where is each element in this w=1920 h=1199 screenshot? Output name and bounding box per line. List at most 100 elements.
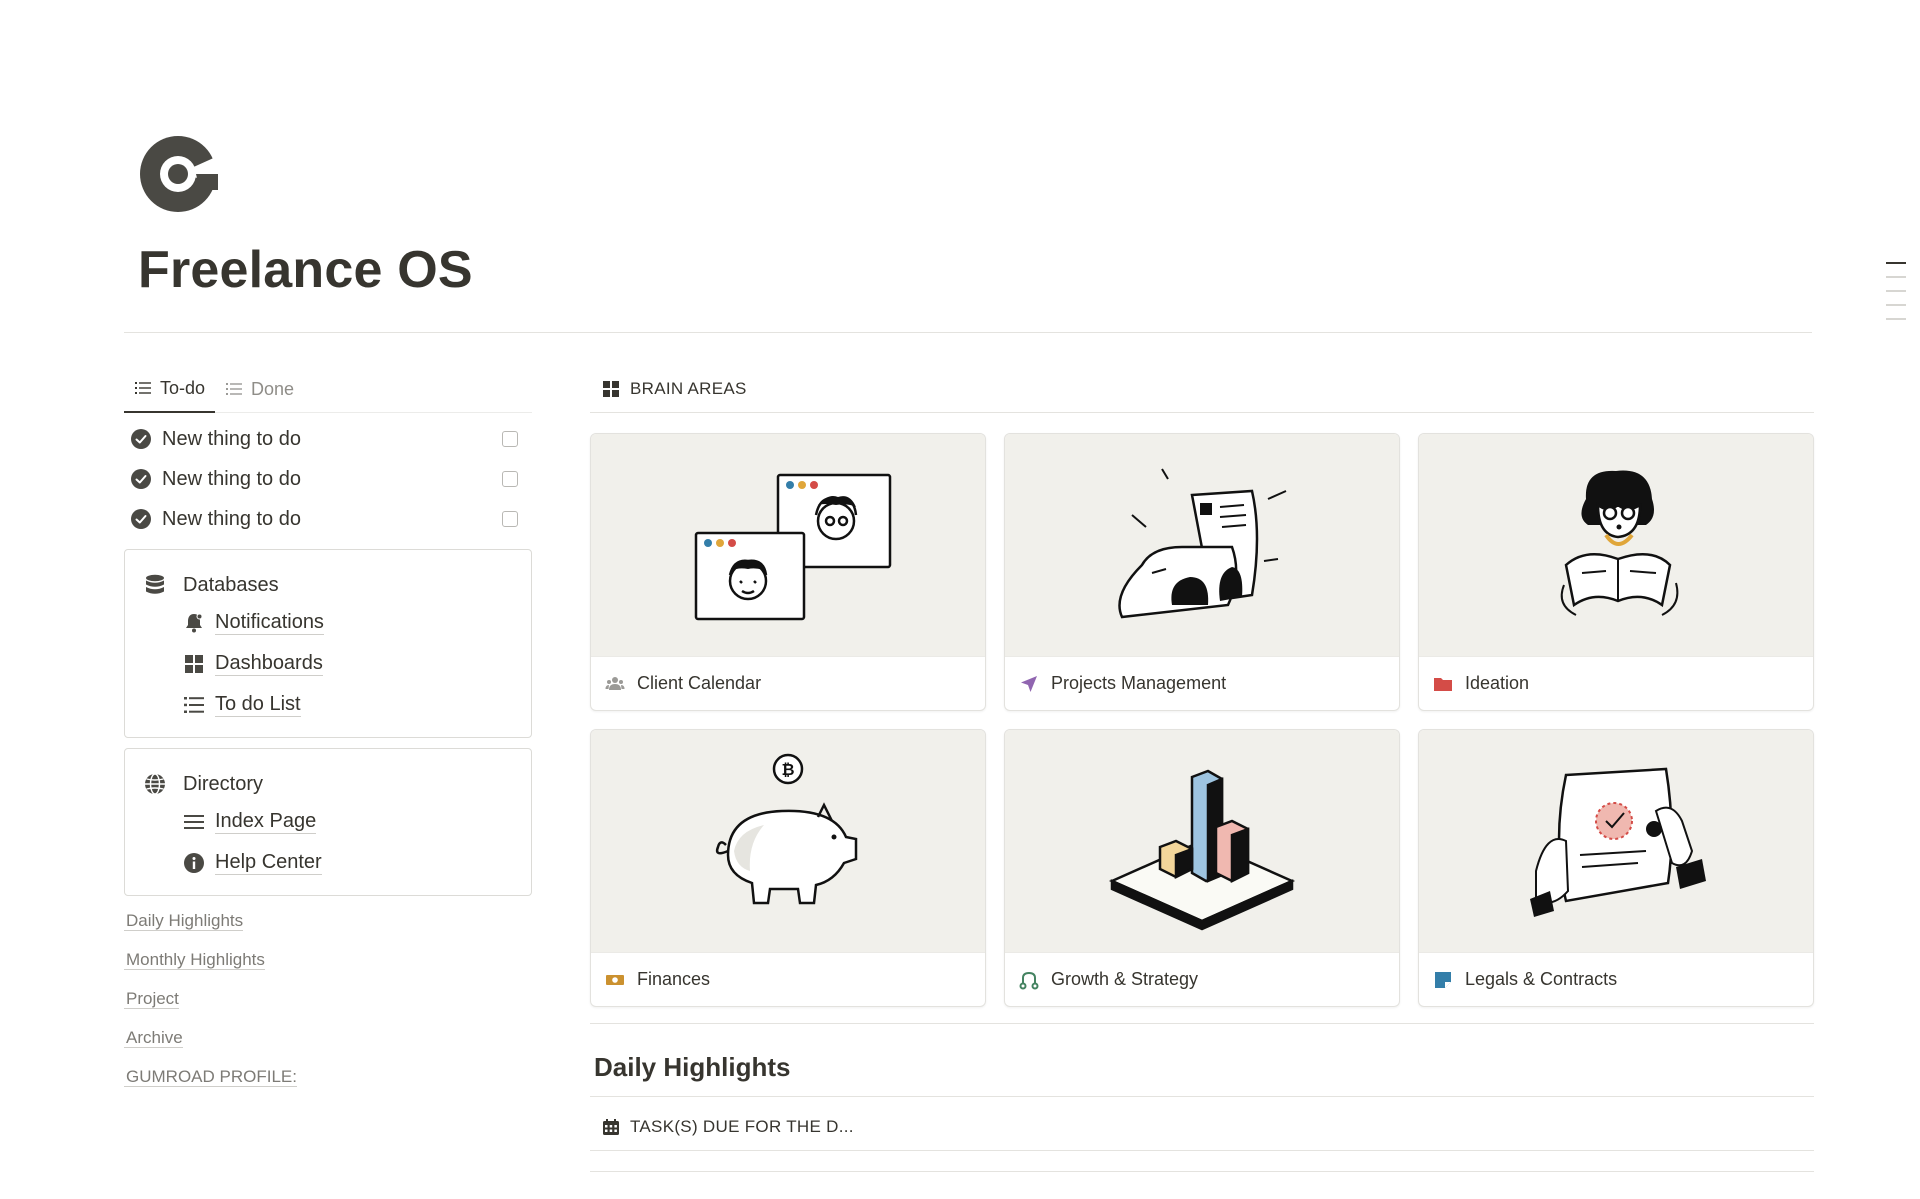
check-circle-icon xyxy=(131,469,151,489)
link-label[interactable]: Notifications xyxy=(215,610,324,635)
link-archive[interactable]: Archive xyxy=(124,1027,532,1066)
calendar-icon xyxy=(603,1118,619,1135)
card-footer: Finances xyxy=(591,952,985,1006)
grid-icon xyxy=(603,380,619,397)
info-icon xyxy=(184,852,204,873)
card-footer: Client Calendar xyxy=(591,656,985,710)
view-heading: TASK(S) DUE FOR THE D... xyxy=(630,1116,854,1136)
link-label[interactable]: Project xyxy=(124,989,179,1009)
card-legals-contracts[interactable]: Legals & Contracts xyxy=(1418,729,1814,1007)
card-footer: Growth & Strategy xyxy=(1005,952,1399,1006)
todo-label[interactable]: New thing to do xyxy=(162,468,502,491)
right-column: BRAIN AREAS Client Calendar Projects Man… xyxy=(590,365,1814,1172)
card-footer: Legals & Contracts xyxy=(1419,952,1813,1006)
todo-label[interactable]: New thing to do xyxy=(162,508,502,531)
freelance-os-logo-icon[interactable] xyxy=(138,134,218,214)
svg-text:₿: ₿ xyxy=(781,760,794,779)
card-label: Projects Management xyxy=(1051,673,1227,693)
card-label: Ideation xyxy=(1465,673,1530,693)
card-growth-strategy[interactable]: Growth & Strategy xyxy=(1004,729,1400,1007)
todo-item[interactable]: New thing to do xyxy=(124,419,532,459)
outline-marker[interactable] xyxy=(1886,262,1906,264)
card-cover xyxy=(1419,730,1813,952)
tab-to-do[interactable]: To-do xyxy=(124,365,216,413)
bullet-list-icon xyxy=(184,696,204,713)
list-icon xyxy=(226,383,243,395)
reading-person-illustration xyxy=(1560,470,1679,616)
link-gumroad-profile[interactable]: GUMROAD PROFILE: xyxy=(124,1066,532,1105)
bell-icon xyxy=(186,613,203,632)
piggy-bank-coin-illustration: ₿ xyxy=(715,753,858,905)
todo-item[interactable]: New thing to do xyxy=(124,459,532,499)
directory-callout: Directory Index Page Help Center xyxy=(124,748,532,896)
two-portrait-windows-illustration xyxy=(694,473,892,621)
databases-callout: Databases Notifications Dashboards To do… xyxy=(124,549,532,738)
note-icon xyxy=(1435,971,1451,988)
card-label: Client Calendar xyxy=(637,673,762,693)
grid-icon xyxy=(185,654,203,673)
todo-label[interactable]: New thing to do xyxy=(162,428,502,451)
callout-header: Databases xyxy=(143,568,513,602)
todo-list: New thing to do New thing to do New thin… xyxy=(124,419,532,539)
card-footer: Ideation xyxy=(1419,656,1813,710)
menu-lines-icon xyxy=(184,814,204,829)
outline-marker[interactable] xyxy=(1886,318,1906,320)
check-circle-icon xyxy=(131,429,151,449)
card-cover xyxy=(1419,434,1813,656)
divider xyxy=(590,1096,1814,1097)
database-icon xyxy=(146,574,164,594)
brain-areas-gallery: Client Calendar Projects Management Idea… xyxy=(590,433,1814,1007)
card-client-calendar[interactable]: Client Calendar xyxy=(590,433,986,711)
link-project[interactable]: Project xyxy=(124,988,532,1027)
link-label[interactable]: Daily Highlights xyxy=(124,911,244,931)
todo-checkbox[interactable] xyxy=(502,431,518,447)
link-label[interactable]: To do List xyxy=(215,692,301,717)
todo-checkbox[interactable] xyxy=(502,471,518,487)
link-label[interactable]: Index Page xyxy=(215,809,317,834)
card-footer: Projects Management xyxy=(1005,656,1399,710)
route-icon xyxy=(1019,971,1039,989)
todo-checkbox[interactable] xyxy=(502,511,518,527)
link-label[interactable]: Dashboards xyxy=(215,651,323,676)
card-label: Growth & Strategy xyxy=(1051,969,1199,989)
rolling-papers-illustration xyxy=(1118,468,1287,619)
link-label[interactable]: Archive xyxy=(124,1028,183,1048)
card-label: Legals & Contracts xyxy=(1465,969,1618,989)
link-dashboards[interactable]: Dashboards xyxy=(183,643,513,684)
card-ideation[interactable]: Ideation xyxy=(1418,433,1814,711)
callout-header: Directory xyxy=(143,767,513,801)
card-cover xyxy=(1005,434,1399,656)
link-label[interactable]: Help Center xyxy=(215,850,322,875)
link-daily-highlights[interactable]: Daily Highlights xyxy=(124,910,532,949)
globe-icon xyxy=(145,773,165,795)
link-monthly-highlights[interactable]: Monthly Highlights xyxy=(124,949,532,988)
link-help-center[interactable]: Help Center xyxy=(183,842,513,883)
outline-marker[interactable] xyxy=(1886,304,1906,306)
brain-areas-header[interactable]: BRAIN AREAS xyxy=(590,365,1814,413)
card-projects-management[interactable]: Projects Management xyxy=(1004,433,1400,711)
link-label[interactable]: GUMROAD PROFILE: xyxy=(124,1067,297,1087)
link-index-page[interactable]: Index Page xyxy=(183,801,513,842)
plain-links: Daily Highlights Monthly Highlights Proj… xyxy=(124,910,532,1105)
left-column: To-do Done New thing to do New thing to … xyxy=(124,365,532,1105)
folder-icon xyxy=(1434,677,1452,691)
bar-blocks-platform-illustration xyxy=(1108,769,1296,931)
divider xyxy=(590,1023,1814,1024)
outline-marker[interactable] xyxy=(1886,276,1906,278)
link-to-do-list[interactable]: To do List xyxy=(183,684,513,725)
link-label[interactable]: Monthly Highlights xyxy=(124,950,265,970)
tasks-due-view-header[interactable]: TASK(S) DUE FOR THE D... xyxy=(590,1103,1814,1151)
outline-marker[interactable] xyxy=(1886,290,1906,292)
banknote-icon xyxy=(606,974,624,985)
todo-item[interactable]: New thing to do xyxy=(124,499,532,539)
callout-title: Databases xyxy=(183,573,279,596)
tab-done[interactable]: Done xyxy=(215,365,304,413)
divider xyxy=(590,1171,1814,1172)
callout-title: Directory xyxy=(183,772,264,795)
card-finances[interactable]: ₿ Finances xyxy=(590,729,986,1007)
check-circle-icon xyxy=(131,509,151,529)
page-outline[interactable] xyxy=(1886,262,1906,332)
page-title: Freelance OS xyxy=(138,241,473,299)
card-cover xyxy=(591,434,985,656)
link-notifications[interactable]: Notifications xyxy=(183,602,513,643)
